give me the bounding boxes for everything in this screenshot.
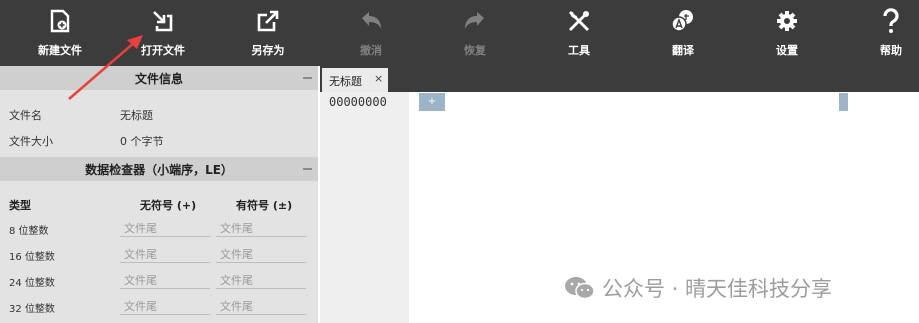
row-type: 8 位整数 (9, 226, 49, 237)
text-cursor[interactable] (839, 93, 848, 111)
save-as-button[interactable]: 另存为 (228, 0, 308, 66)
file-info-title: 文件信息 (134, 72, 183, 86)
watermark-text: 公众号 · 晴天佳科技分享 (602, 277, 833, 301)
tab-untitled[interactable]: 无标题 × (322, 68, 388, 92)
new-file-icon (20, 8, 100, 36)
col-type-header: 类型 (9, 199, 31, 212)
hex-cursor[interactable]: + (419, 93, 445, 111)
open-file-button[interactable]: 打开文件 (123, 0, 203, 66)
file-size-label: 文件大小 (9, 135, 53, 148)
side-panel: 文件信息 文件名 无标题 文件大小 0 个字节 数据检查器（小端序，LE） 类型… (0, 66, 318, 323)
redo-button[interactable]: 恢复 (435, 0, 515, 66)
open-file-label: 打开文件 (141, 44, 185, 57)
collapse-icon[interactable] (303, 168, 312, 170)
offset-value: 00000000 (329, 95, 387, 109)
file-name-label: 文件名 (9, 109, 42, 122)
wechat-icon (565, 277, 595, 300)
data-inspector-header[interactable]: 数据检查器（小端序，LE） (0, 157, 318, 181)
file-size-value: 0 个字节 (120, 135, 164, 148)
save-as-icon (228, 8, 308, 36)
redo-label: 恢复 (464, 44, 486, 57)
tools-label: 工具 (568, 44, 590, 57)
settings-button[interactable]: 设置 (747, 0, 827, 66)
data-inspector-title: 数据检查器（小端序，LE） (85, 163, 233, 177)
unsigned-value[interactable]: 文件尾 (120, 246, 210, 263)
collapse-icon[interactable] (303, 77, 312, 79)
signed-value[interactable]: 文件尾 (216, 272, 306, 289)
unsigned-value[interactable]: 文件尾 (120, 272, 210, 289)
signed-value[interactable]: 文件尾 (216, 298, 306, 315)
tools-button[interactable]: 工具 (539, 0, 619, 66)
undo-icon (331, 8, 411, 36)
gear-icon (747, 8, 827, 36)
tab-label: 无标题 (329, 75, 362, 88)
undo-label: 撤消 (360, 44, 382, 57)
translate-button[interactable]: 翻译 (643, 0, 723, 66)
row-type: 32 位整数 (9, 304, 55, 315)
signed-value[interactable]: 文件尾 (216, 220, 306, 237)
file-name-value: 无标题 (120, 109, 153, 122)
offset-gutter (320, 92, 409, 323)
undo-button[interactable]: 撤消 (331, 0, 411, 66)
signed-value[interactable]: 文件尾 (216, 246, 306, 263)
row-type: 24 位整数 (9, 278, 55, 289)
new-file-button[interactable]: 新建文件 (20, 0, 100, 66)
help-button[interactable]: 帮助 (851, 0, 919, 66)
new-file-label: 新建文件 (38, 44, 82, 57)
col-unsigned-header: 无符号 (+) (140, 199, 197, 212)
row-type: 16 位整数 (9, 252, 55, 263)
file-info-header[interactable]: 文件信息 (0, 66, 318, 90)
translate-label: 翻译 (672, 44, 694, 57)
close-icon[interactable]: × (374, 72, 383, 85)
open-file-icon (123, 8, 203, 36)
tab-bar: 无标题 × (320, 66, 919, 92)
unsigned-value[interactable]: 文件尾 (120, 298, 210, 315)
redo-icon (435, 8, 515, 36)
save-as-label: 另存为 (251, 44, 285, 57)
help-icon (851, 8, 919, 36)
main-toolbar: 新建文件 打开文件 另存为 撤消 恢复 工具 翻译 设置 帮助 (0, 0, 919, 66)
settings-label: 设置 (776, 44, 798, 57)
unsigned-value[interactable]: 文件尾 (120, 220, 210, 237)
help-label: 帮助 (880, 44, 902, 57)
col-signed-header: 有符号 (±) (236, 199, 293, 212)
translate-icon (643, 8, 723, 36)
tools-icon (539, 8, 619, 36)
